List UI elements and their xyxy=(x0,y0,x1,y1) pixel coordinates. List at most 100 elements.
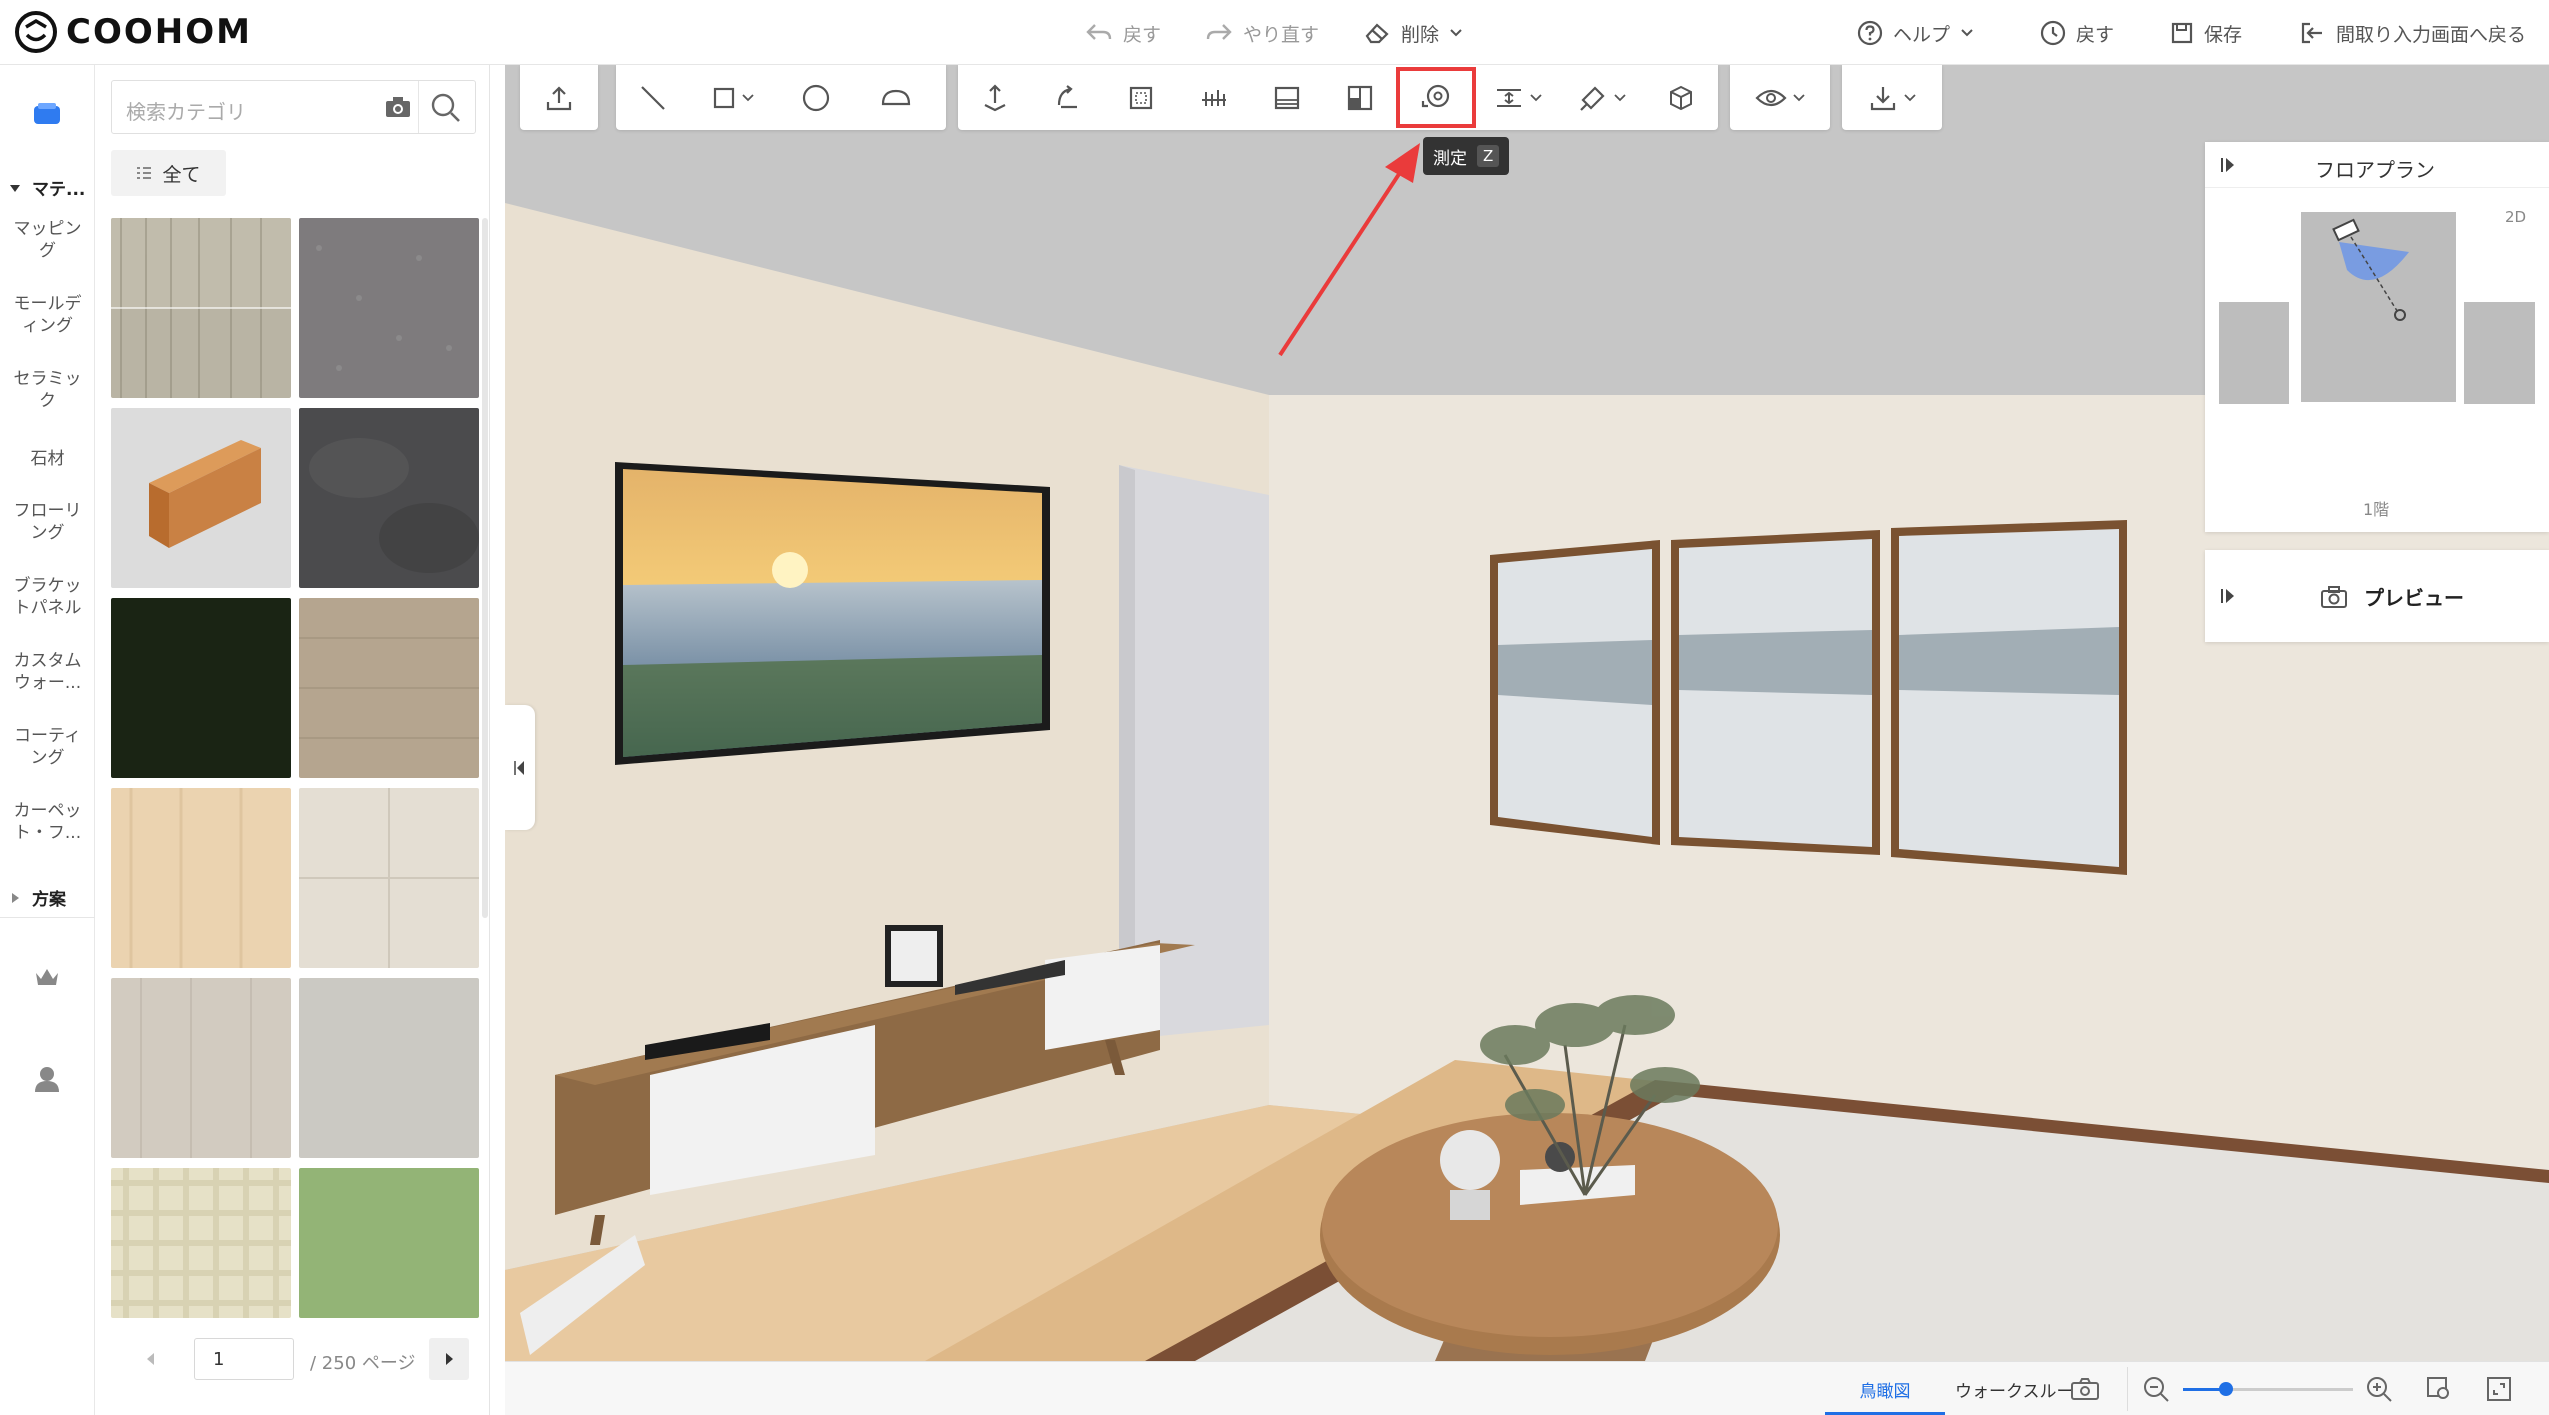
visibility-tool[interactable] xyxy=(1730,65,1830,130)
help-button[interactable]: ヘルプ xyxy=(1857,14,1974,52)
tab-walkthrough[interactable]: ウォークスルー xyxy=(1955,1362,2075,1415)
back-to-floorplan-button[interactable]: 間取り入力画面へ戻る xyxy=(2300,14,2526,52)
paint-tool[interactable] xyxy=(1560,65,1645,130)
next-page-button[interactable] xyxy=(429,1338,469,1380)
search-icon[interactable] xyxy=(430,92,462,124)
measure-tool[interactable] xyxy=(1396,65,1477,130)
floor-level-label[interactable]: 1階 xyxy=(2363,496,2389,520)
material-swatch[interactable] xyxy=(111,1168,291,1318)
rotate-icon xyxy=(1057,84,1077,108)
collapse-panel-handle[interactable] xyxy=(505,705,535,830)
undo-button[interactable]: 戻す xyxy=(1085,14,1161,52)
upload-icon xyxy=(546,85,572,110)
rectangle-icon xyxy=(713,87,735,108)
download-tool[interactable] xyxy=(1842,65,1942,130)
zoom-in-button[interactable] xyxy=(2365,1375,2393,1403)
move-tool[interactable] xyxy=(958,65,1031,130)
arc-tool[interactable] xyxy=(856,65,936,130)
circle-tool[interactable] xyxy=(776,65,856,130)
material-swatch[interactable] xyxy=(299,1168,479,1318)
material-swatch[interactable] xyxy=(299,788,479,968)
rotate-tool[interactable] xyxy=(1031,65,1104,130)
dimension-tool[interactable] xyxy=(1475,65,1560,130)
total-pages-label: / 250 ページ xyxy=(310,1353,416,1374)
delete-button[interactable]: 削除 xyxy=(1363,14,1463,52)
rectangle-tool[interactable] xyxy=(690,65,776,130)
materials-rail-icon[interactable] xyxy=(28,95,66,133)
circle-icon xyxy=(802,84,830,111)
rail-item-coating[interactable]: コーティング xyxy=(0,725,95,769)
rail-item-stone[interactable]: 石材 xyxy=(0,448,95,470)
rail-item-ceramic[interactable]: セラミック xyxy=(0,368,95,412)
measure-highlight-box xyxy=(1396,67,1477,128)
material-swatch[interactable] xyxy=(111,408,291,588)
dimension-icon xyxy=(1496,88,1521,107)
material-swatch[interactable] xyxy=(299,598,479,778)
preview-panel[interactable]: プレビュー xyxy=(2205,550,2549,642)
rail-item-bracket-panel[interactable]: ブラケットパネル xyxy=(0,575,95,619)
top-bar: COOHOM 戻す やり直す 削除 ヘルプ 戻す 保存 間取り入力画面へ戻る xyxy=(0,0,2549,65)
zoom-in-icon xyxy=(2367,1377,2392,1402)
rail-item-carpet[interactable]: カーペット・フ... xyxy=(0,800,95,844)
layout-tool[interactable] xyxy=(1323,65,1396,130)
paint-brush-icon xyxy=(1580,85,1606,111)
floorplan-title: フロアプラン xyxy=(2315,158,2435,182)
plans-section-header[interactable]: 方案 xyxy=(10,885,66,910)
expand-preview-icon[interactable] xyxy=(2221,587,2235,605)
zoom-slider[interactable] xyxy=(2183,1382,2353,1396)
material-swatch[interactable] xyxy=(111,598,291,778)
upload-tool[interactable] xyxy=(520,65,598,130)
zoom-out-button[interactable] xyxy=(2142,1375,2170,1403)
material-scrollbar[interactable] xyxy=(482,218,488,918)
caret-left-icon xyxy=(147,1353,154,1365)
materials-section-label: マテ... xyxy=(32,180,86,200)
floorplan-map[interactable] xyxy=(2219,212,2535,412)
crown-icon[interactable] xyxy=(33,965,61,989)
help-icon xyxy=(1857,20,1883,46)
zoom-slider-thumb[interactable] xyxy=(2218,1382,2233,1396)
rail-item-flooring[interactable]: フローリング xyxy=(0,500,95,544)
align-tool[interactable] xyxy=(1177,65,1250,130)
camera-search-icon[interactable] xyxy=(384,94,412,120)
area-tool[interactable] xyxy=(1104,65,1177,130)
save-icon xyxy=(2171,22,2193,44)
layout-icon xyxy=(1347,85,1372,110)
user-icon[interactable] xyxy=(34,1065,60,1093)
bottom-bar: 鳥瞰図 ウォークスルー xyxy=(505,1361,2549,1415)
rail-item-mapping[interactable]: マッピング xyxy=(0,218,95,262)
coohom-logo-icon xyxy=(15,11,57,53)
preview-button[interactable]: プレビュー xyxy=(2320,582,2464,611)
3d-model-tool[interactable] xyxy=(1645,65,1718,130)
material-swatch[interactable] xyxy=(299,408,479,588)
save-button[interactable]: 保存 xyxy=(2170,14,2242,52)
tab-birds-eye[interactable]: 鳥瞰図 xyxy=(1825,1362,1945,1415)
zoom-fit-button[interactable] xyxy=(2425,1375,2453,1403)
rail-item-custom-wall[interactable]: カスタムウォー... xyxy=(0,650,95,694)
history-label: 戻す xyxy=(2076,23,2115,46)
material-swatch[interactable] xyxy=(299,978,479,1158)
wall-tool[interactable] xyxy=(1250,65,1323,130)
material-swatch[interactable] xyxy=(111,978,291,1158)
prev-page-button[interactable] xyxy=(131,1338,171,1380)
material-swatch[interactable] xyxy=(111,788,291,968)
history-button[interactable]: 戻す xyxy=(2040,14,2114,52)
materials-section-header[interactable]: マテ... xyxy=(10,175,85,200)
rail-item-molding[interactable]: モールディング xyxy=(0,293,95,337)
search-input[interactable]: 検索カテゴリ xyxy=(111,80,476,134)
pagination: 1 / 250 ページ xyxy=(111,1338,476,1382)
screenshot-icon[interactable] xyxy=(2070,1377,2100,1401)
redo-button[interactable]: やり直す xyxy=(1205,14,1319,52)
fullscreen-button[interactable] xyxy=(2485,1375,2513,1403)
material-swatch[interactable] xyxy=(299,218,479,398)
all-category-button[interactable]: 全て xyxy=(111,150,226,196)
page-number-input[interactable]: 1 xyxy=(194,1338,294,1380)
material-swatch[interactable] xyxy=(111,218,291,398)
collapse-floorplan-icon[interactable] xyxy=(2221,156,2235,174)
redo-icon xyxy=(1206,24,1232,40)
caret-down-icon xyxy=(10,184,20,192)
chevron-down-icon xyxy=(1529,93,1542,101)
3d-viewport[interactable]: 測定 Z フロアプラン 2D 1階 プレビュー xyxy=(505,65,2549,1361)
eraser-icon xyxy=(1365,23,1389,44)
line-tool[interactable] xyxy=(616,65,690,130)
coohom-logo[interactable]: COOHOM xyxy=(14,10,252,54)
